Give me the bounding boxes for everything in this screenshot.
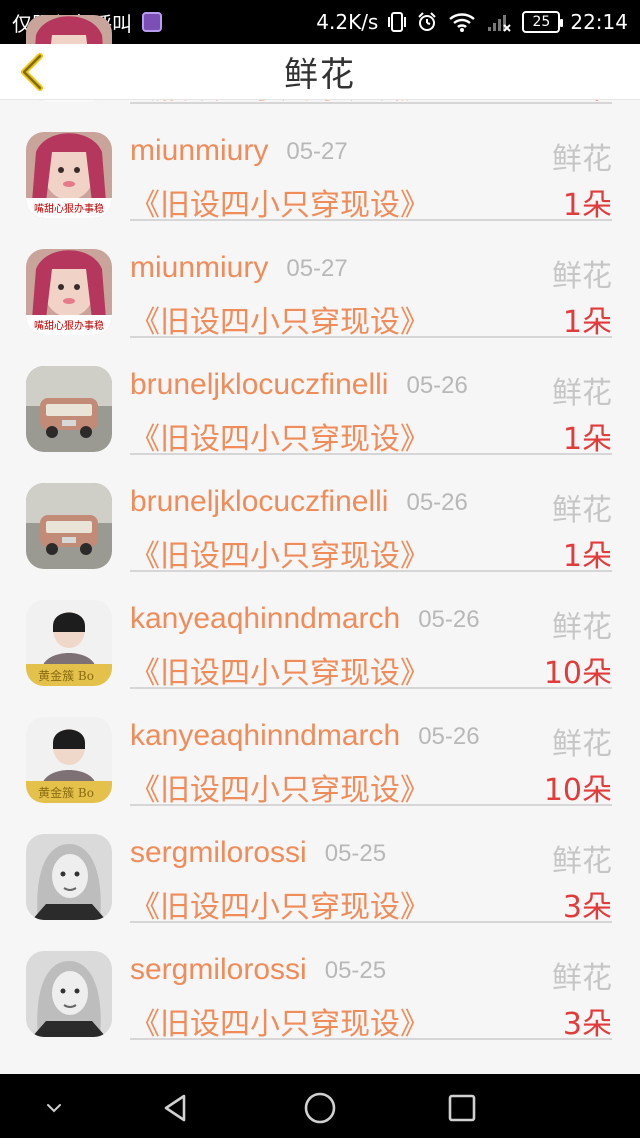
user-avatar[interactable] bbox=[26, 834, 112, 920]
gift-record-row[interactable]: bruneljklocuczfinelli 05-26 鲜花《旧设四小只穿现设》 1朵 bbox=[0, 455, 640, 575]
book-title-link[interactable]: 《旧设四小只穿现设》 bbox=[130, 180, 430, 224]
username[interactable]: sergmilorossi bbox=[130, 836, 307, 870]
back-triangle-icon bbox=[164, 1094, 186, 1122]
user-avatar[interactable]: 嘴甜心狠办事稳 bbox=[26, 249, 112, 335]
gift-record-row[interactable]: 黄金簇 Bo kanyeaqhinndmarch 05-26 鲜花《旧设四小只穿现设》… bbox=[0, 572, 640, 692]
gift-date: 05-26 bbox=[406, 372, 468, 399]
back-button[interactable] bbox=[10, 50, 54, 94]
back-nav-button[interactable] bbox=[156, 1088, 196, 1128]
gift-record-row[interactable]: sergmilorossi 05-25 鲜花《旧设四小只穿现设》 3朵 bbox=[0, 806, 640, 926]
book-title-link[interactable]: 《旧设四小只穿现设》 bbox=[130, 882, 430, 926]
flower-gift-list[interactable]: 嘴甜心狠办事稳《旧设四小只穿现设》5朵嘴甜心狠办事稳miunmiury05-27… bbox=[0, 0, 640, 1074]
username[interactable]: miunmiury bbox=[130, 134, 268, 168]
recent-square-icon bbox=[448, 1094, 476, 1122]
flower-count: 10朵 bbox=[543, 773, 612, 808]
gift-record-row[interactable]: 嘴甜心狠办事稳 miunmiury 05-27 鲜花《旧设四小只穿现设》 1朵 bbox=[0, 104, 640, 224]
svg-text:黄金簇 Bo: 黄金簇 Bo bbox=[38, 668, 94, 683]
gift-record-row[interactable]: 黄金簇 Bo kanyeaqhinndmarch 05-26 鲜花《旧设四小只穿现设》… bbox=[0, 689, 640, 809]
book-title-link[interactable]: 《旧设四小只穿现设》 bbox=[130, 999, 430, 1043]
system-navigation-bar bbox=[0, 1074, 640, 1138]
svg-text:嘴甜心狠办事稳: 嘴甜心狠办事稳 bbox=[34, 319, 104, 332]
gift-date: 05-26 bbox=[406, 489, 468, 516]
book-title-link[interactable]: 《旧设四小只穿现设》 bbox=[130, 297, 430, 341]
username[interactable]: bruneljklocuczfinelli bbox=[130, 485, 388, 519]
user-avatar[interactable]: 黄金簇 Bo bbox=[26, 600, 112, 686]
gift-record-row[interactable]: bruneljklocuczfinelli 05-26 鲜花《旧设四小只穿现设》 1朵 bbox=[0, 338, 640, 458]
book-title-link[interactable]: 《旧设四小只穿现设》 bbox=[130, 765, 430, 809]
username[interactable]: kanyeaqhinndmarch bbox=[130, 602, 400, 636]
gift-type-label: 鲜花 bbox=[552, 142, 612, 177]
gift-date: 05-26 bbox=[418, 723, 480, 750]
username[interactable]: kanyeaqhinndmarch bbox=[130, 719, 400, 753]
book-title-link[interactable]: 《旧设四小只穿现设》 bbox=[130, 648, 430, 692]
chevron-down-icon bbox=[47, 1104, 61, 1113]
user-avatar[interactable]: 嘴甜心狠办事稳 bbox=[26, 132, 112, 218]
gift-record-row[interactable]: 嘴甜心狠办事稳 miunmiury 05-27 鲜花《旧设四小只穿现设》 1朵 bbox=[0, 221, 640, 341]
user-avatar[interactable] bbox=[26, 951, 112, 1037]
gift-type-label: 鲜花 bbox=[552, 610, 612, 645]
recents-nav-button[interactable] bbox=[442, 1088, 482, 1128]
username[interactable]: sergmilorossi bbox=[130, 953, 307, 987]
gift-record-row[interactable]: sergmilorossi 05-25 鲜花《旧设四小只穿现设》 3朵 bbox=[0, 923, 640, 1043]
flower-count: 1朵 bbox=[562, 305, 612, 340]
user-avatar[interactable] bbox=[26, 483, 112, 569]
flower-count: 10朵 bbox=[543, 656, 612, 691]
row-divider bbox=[130, 1038, 612, 1040]
gift-date: 05-26 bbox=[418, 606, 480, 633]
book-title-link[interactable]: 《旧设四小只穿现设》 bbox=[130, 414, 430, 458]
chevron-left-icon bbox=[21, 53, 43, 91]
gift-type-label: 鲜花 bbox=[552, 493, 612, 528]
home-circle-icon bbox=[304, 1092, 336, 1124]
svg-text:黄金簇 Bo: 黄金簇 Bo bbox=[38, 785, 94, 800]
gift-type-label: 鲜花 bbox=[552, 259, 612, 294]
username[interactable]: bruneljklocuczfinelli bbox=[130, 368, 388, 402]
username[interactable]: miunmiury bbox=[130, 251, 268, 285]
user-avatar[interactable]: 黄金簇 Bo bbox=[26, 717, 112, 803]
gift-type-label: 鲜花 bbox=[552, 376, 612, 411]
svg-text:嘴甜心狠办事稳: 嘴甜心狠办事稳 bbox=[34, 202, 104, 215]
book-title-link[interactable]: 《旧设四小只穿现设》 bbox=[130, 531, 430, 575]
top-nav-bar: 鲜花 bbox=[0, 44, 640, 100]
gift-type-label: 鲜花 bbox=[552, 844, 612, 879]
home-nav-button[interactable] bbox=[300, 1088, 340, 1128]
gift-type-label: 鲜花 bbox=[552, 727, 612, 762]
user-avatar[interactable] bbox=[26, 366, 112, 452]
flower-count: 1朵 bbox=[562, 539, 612, 574]
gift-date: 05-25 bbox=[324, 957, 387, 984]
gift-date: 05-25 bbox=[324, 840, 387, 867]
flower-count: 3朵 bbox=[562, 890, 612, 925]
hide-nav-button[interactable] bbox=[34, 1088, 74, 1128]
page-title: 鲜花 bbox=[284, 55, 356, 95]
gift-type-label: 鲜花 bbox=[552, 961, 612, 996]
flower-count: 1朵 bbox=[562, 188, 612, 223]
gift-date: 05-27 bbox=[286, 138, 348, 165]
gift-date: 05-27 bbox=[286, 255, 348, 282]
flower-count: 3朵 bbox=[562, 1007, 612, 1042]
flower-count: 1朵 bbox=[562, 422, 612, 457]
